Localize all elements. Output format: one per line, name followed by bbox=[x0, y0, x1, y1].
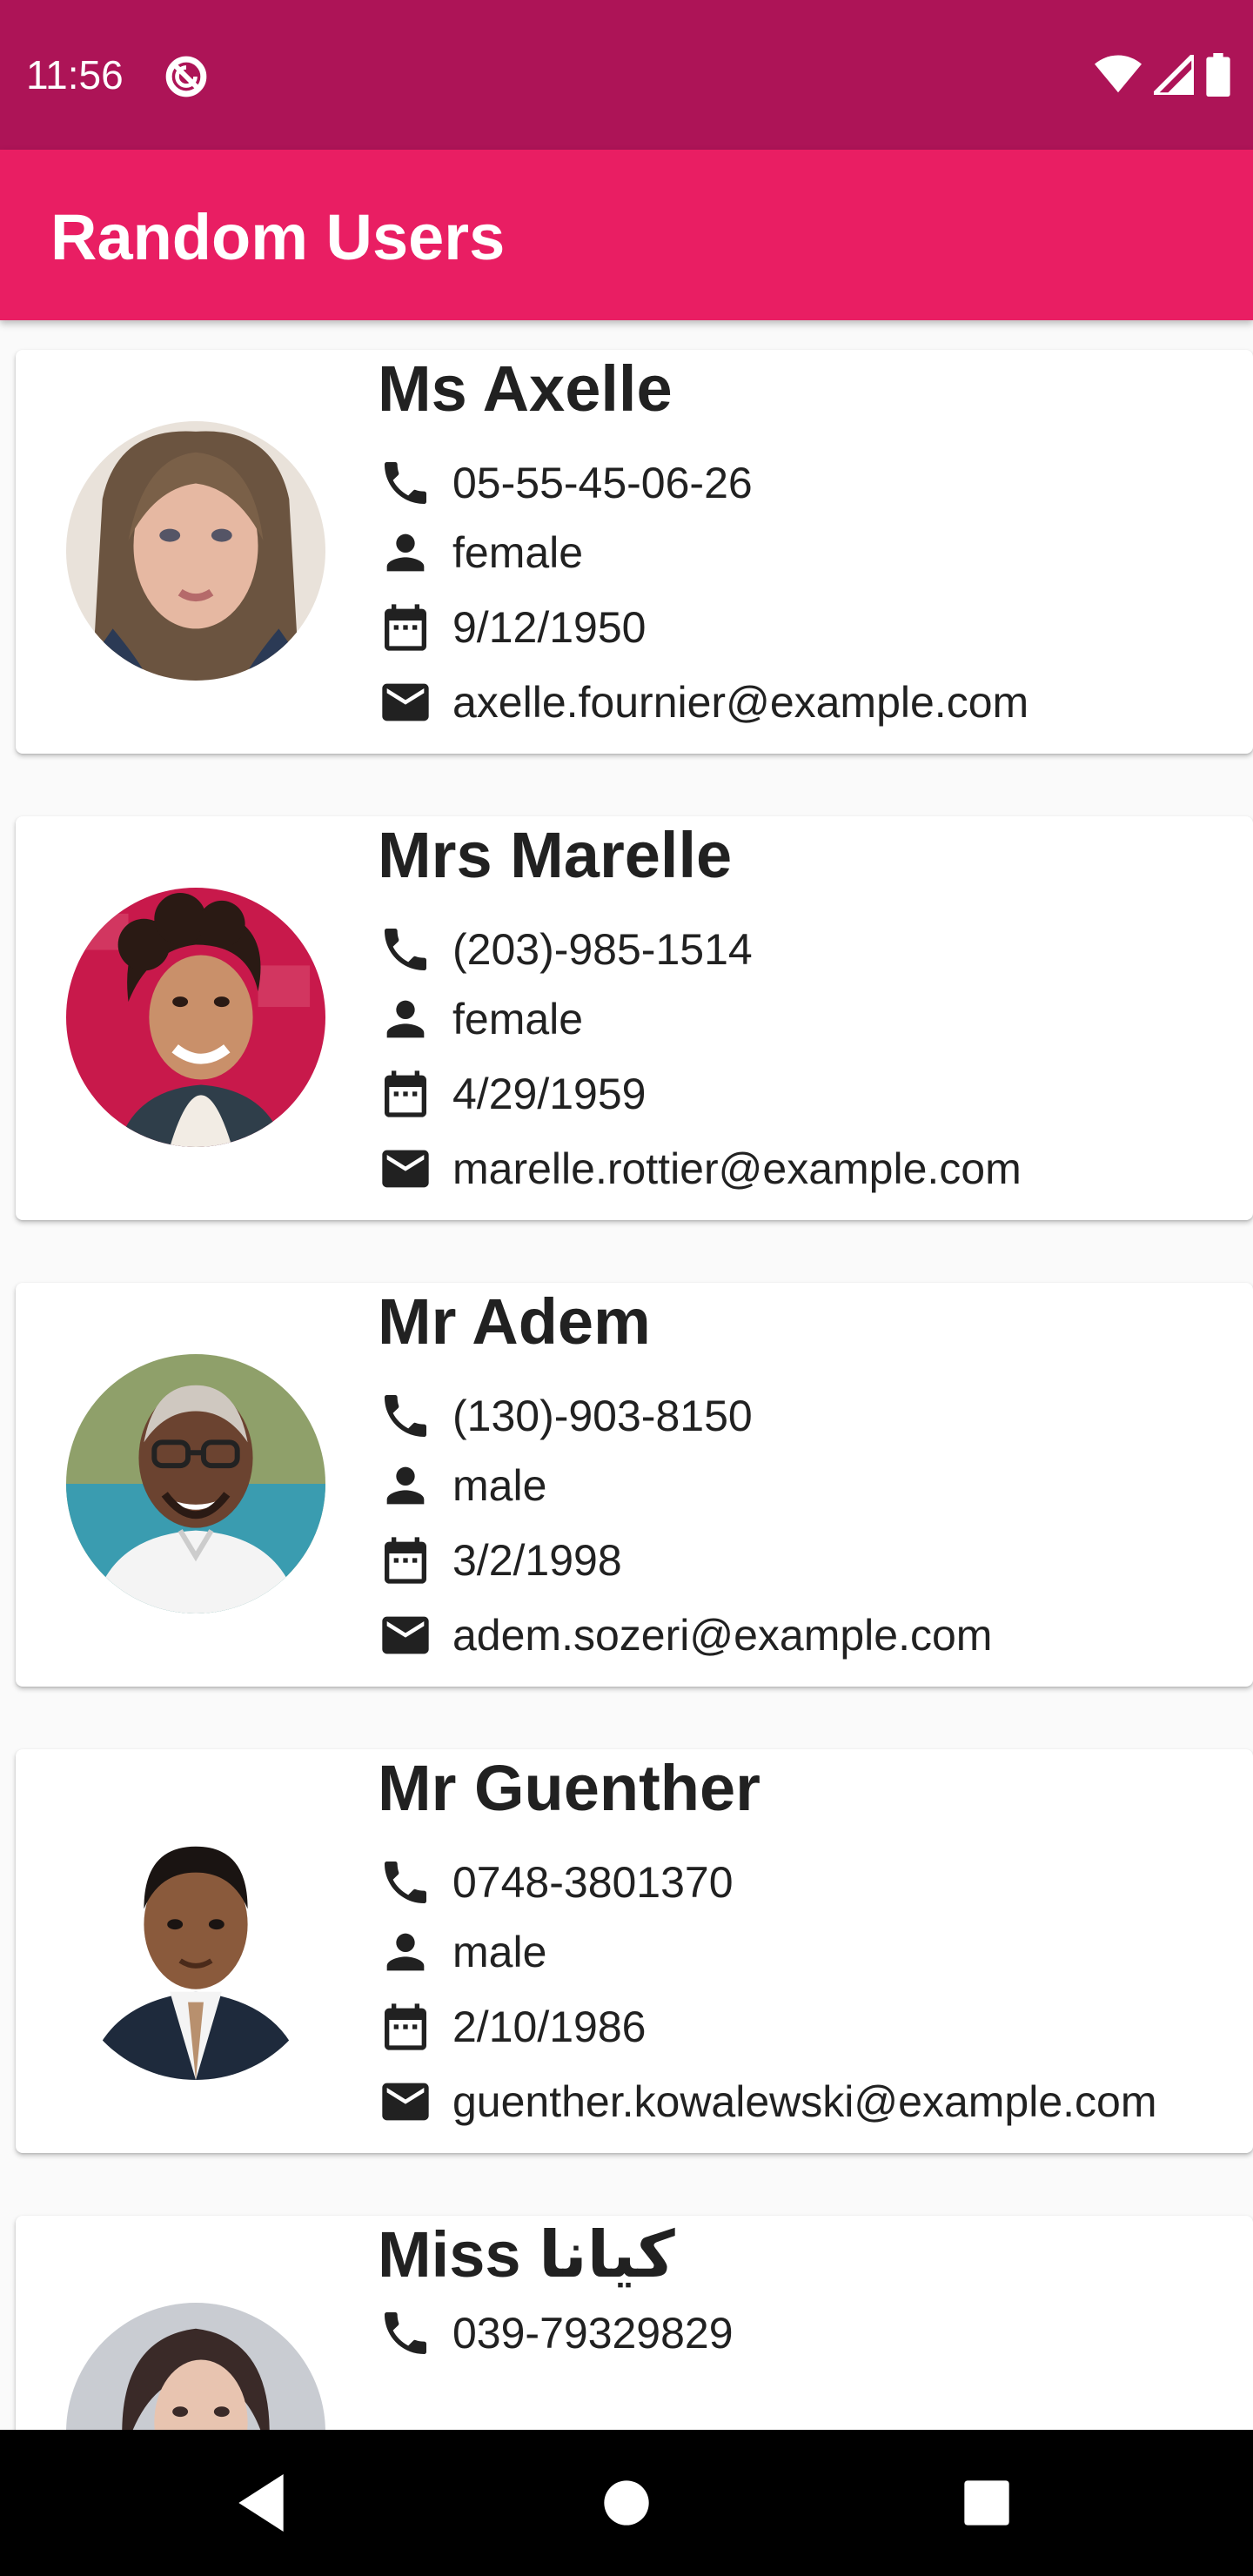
email-row: adem.sozeri@example.com bbox=[378, 1605, 992, 1666]
gender-row: male bbox=[378, 1455, 546, 1516]
user-name: Mrs Marelle bbox=[378, 819, 733, 891]
phone-row: 0748-3801370 bbox=[378, 1852, 734, 1913]
gender-row: female bbox=[378, 522, 583, 583]
phone-text: (203)-985-1514 bbox=[452, 925, 753, 974]
gender-text: male bbox=[452, 1461, 547, 1510]
navigation-bar bbox=[0, 2430, 1253, 2576]
dob-text: 4/29/1959 bbox=[452, 1070, 647, 1118]
home-icon[interactable] bbox=[588, 2465, 665, 2541]
user-name: Mr Adem bbox=[378, 1285, 651, 1358]
avatar bbox=[66, 421, 325, 681]
back-icon[interactable] bbox=[223, 2465, 299, 2541]
email-icon bbox=[378, 674, 433, 730]
user-card[interactable]: Mr Adem (130)-903-8150 male 3/2/1998 ade… bbox=[16, 1283, 1253, 1687]
person-icon bbox=[378, 991, 433, 1047]
user-name: Ms Axelle bbox=[378, 352, 673, 425]
email-text: guenther.kowalewski@example.com bbox=[452, 2077, 1157, 2126]
wifi-icon bbox=[1095, 55, 1142, 95]
calendar-icon bbox=[378, 1999, 433, 2055]
email-text: marelle.rottier@example.com bbox=[452, 1144, 1022, 1193]
user-name: Miss کیانا bbox=[378, 2218, 675, 2291]
recents-icon[interactable] bbox=[948, 2465, 1025, 2541]
dob-row: 2/10/1986 bbox=[378, 1996, 646, 2057]
calendar-icon bbox=[378, 600, 433, 655]
page-title: Random Users bbox=[50, 201, 506, 273]
avatar bbox=[66, 1821, 325, 2080]
phone-row: 05-55-45-06-26 bbox=[378, 453, 753, 513]
app-bar: Random Users bbox=[0, 150, 1253, 320]
phone-text: 05-55-45-06-26 bbox=[452, 459, 753, 507]
dob-row: 4/29/1959 bbox=[378, 1063, 646, 1124]
user-card[interactable]: Mr Guenther 0748-3801370 male 2/10/1986 … bbox=[16, 1749, 1253, 2153]
dob-text: 2/10/1986 bbox=[452, 2002, 647, 2051]
phone-text: 039-79329829 bbox=[452, 2309, 734, 2358]
phone-icon bbox=[378, 1855, 433, 1910]
gender-text: male bbox=[452, 1928, 547, 1976]
phone-icon bbox=[378, 1388, 433, 1444]
avatar bbox=[66, 2303, 325, 2430]
user-list[interactable]: Ms Axelle 05-55-45-06-26 female 9/12/195… bbox=[0, 320, 1253, 2430]
email-row: guenther.kowalewski@example.com bbox=[378, 2071, 1156, 2132]
cellular-signal-icon bbox=[1154, 55, 1194, 95]
email-icon bbox=[378, 2074, 433, 2130]
phone-icon bbox=[378, 455, 433, 511]
gender-row: female bbox=[378, 989, 583, 1050]
gender-row: male bbox=[378, 1922, 546, 1982]
phone-row: (203)-985-1514 bbox=[378, 919, 753, 980]
user-card[interactable]: Ms Axelle 05-55-45-06-26 female 9/12/195… bbox=[16, 350, 1253, 754]
gender-text: female bbox=[452, 995, 584, 1043]
email-row: marelle.rottier@example.com bbox=[378, 1138, 1022, 1199]
email-icon bbox=[378, 1607, 433, 1663]
user-name: Mr Guenther bbox=[378, 1752, 761, 1824]
email-icon bbox=[378, 1141, 433, 1197]
status-bar: 11:56 bbox=[0, 0, 1253, 150]
phone-icon bbox=[378, 2305, 433, 2361]
phone-text: 0748-3801370 bbox=[452, 1858, 734, 1907]
dob-row: 9/12/1950 bbox=[378, 597, 646, 658]
phone-text: (130)-903-8150 bbox=[452, 1392, 753, 1440]
calendar-icon bbox=[378, 1533, 433, 1588]
gender-text: female bbox=[452, 528, 584, 577]
sync-disabled-icon bbox=[162, 52, 211, 101]
user-card[interactable]: Mrs Marelle (203)-985-1514 female 4/29/1… bbox=[16, 816, 1253, 1220]
phone-row: 039-79329829 bbox=[378, 2303, 734, 2364]
person-icon bbox=[378, 1924, 433, 1980]
phone-icon bbox=[378, 922, 433, 977]
status-icons bbox=[1095, 52, 1230, 97]
calendar-icon bbox=[378, 1066, 433, 1122]
battery-icon bbox=[1206, 53, 1230, 97]
person-icon bbox=[378, 1458, 433, 1513]
dob-text: 3/2/1998 bbox=[452, 1536, 622, 1585]
avatar bbox=[66, 888, 325, 1147]
email-row: axelle.fournier@example.com bbox=[378, 672, 1029, 733]
email-text: adem.sozeri@example.com bbox=[452, 1611, 993, 1660]
email-text: axelle.fournier@example.com bbox=[452, 678, 1029, 727]
dob-text: 9/12/1950 bbox=[452, 603, 647, 652]
person-icon bbox=[378, 525, 433, 580]
avatar bbox=[66, 1354, 325, 1613]
dob-row: 3/2/1998 bbox=[378, 1530, 622, 1591]
user-card[interactable]: Miss کیانا 039-79329829 bbox=[16, 2216, 1253, 2430]
status-time: 11:56 bbox=[26, 52, 124, 97]
phone-row: (130)-903-8150 bbox=[378, 1385, 753, 1446]
